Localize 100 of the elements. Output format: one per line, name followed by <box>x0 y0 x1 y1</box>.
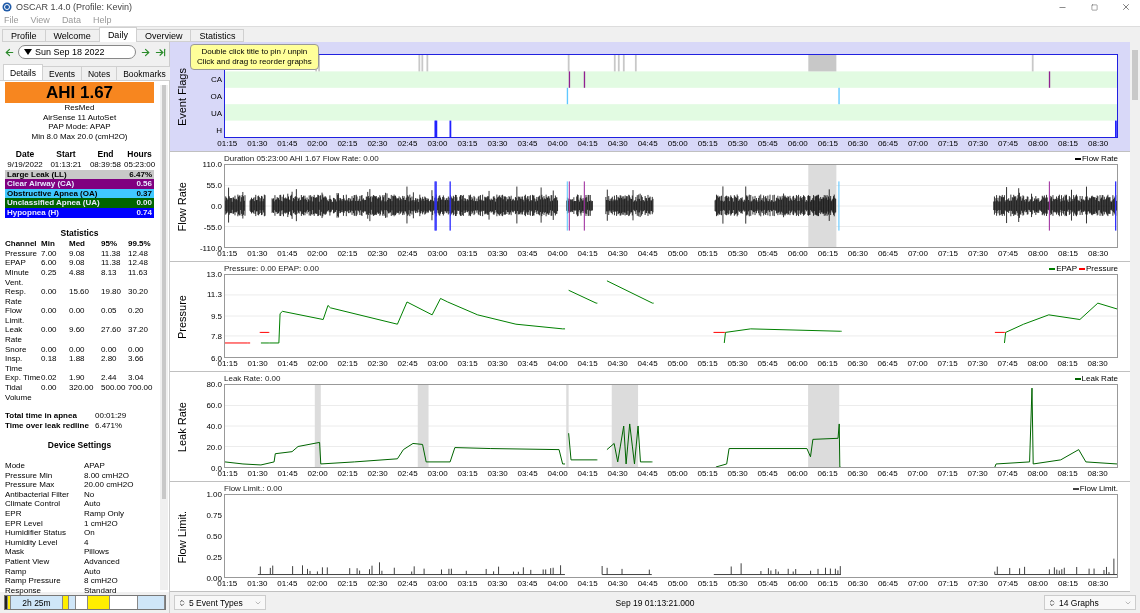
x-tick-label: 08:00 <box>1028 249 1049 258</box>
setting-value: 8 cmH2O <box>84 576 119 586</box>
x-tick-label: 02:00 <box>307 359 328 368</box>
setting-label: Mask <box>5 547 26 557</box>
x-tick-label: 04:45 <box>637 249 658 258</box>
axis-title[interactable]: Event Flags <box>176 67 188 127</box>
x-tick-label: 02:45 <box>397 139 418 148</box>
x-tick-label: 06:00 <box>787 579 808 588</box>
row-label: UA <box>210 108 222 118</box>
setting-label: Pressure Max <box>5 480 56 490</box>
x-tick-label: 06:00 <box>787 249 808 258</box>
table-cell-text: 7.00 <box>41 248 58 259</box>
y-tick-label: 1.00 <box>206 489 222 499</box>
x-tick-label: 02:15 <box>337 469 358 478</box>
event-types-dropdown[interactable]: 5 Event Types <box>174 595 266 610</box>
x-tick-label: 08:15 <box>1057 359 1078 368</box>
tab[interactable]: Daily <box>98 27 137 42</box>
setting-value: No <box>84 489 96 500</box>
x-tick-label: 02:45 <box>397 249 418 258</box>
x-tick-label: 02:30 <box>367 139 388 148</box>
tab[interactable]: Events <box>42 66 82 80</box>
tooltip-text: Double click title to pin / unpin <box>201 47 308 57</box>
close-icon <box>1121 2 1131 12</box>
x-tick-label: 07:45 <box>997 469 1018 478</box>
table-cell-text: 9.08 <box>69 258 86 268</box>
x-tick-label: 03:15 <box>457 139 478 148</box>
y-tick-label: 40.0 <box>206 421 222 431</box>
x-tick-label: 01:30 <box>247 249 268 258</box>
tab[interactable]: Bookmarks <box>116 66 173 80</box>
x-tick-label: 04:00 <box>547 579 568 588</box>
x-tick-label: 07:30 <box>967 249 988 258</box>
event-value: 0.56 <box>136 179 152 189</box>
x-tick-label: 04:15 <box>577 249 598 258</box>
axis-title[interactable]: Flow Limit. <box>176 510 188 564</box>
tab[interactable]: Statistics <box>190 29 245 42</box>
table-cell-text: 30.20 <box>128 287 150 299</box>
tab[interactable]: Welcome <box>44 29 100 42</box>
table-cell-text: Flow Limit. <box>5 306 26 326</box>
y-tick-label: 0.50 <box>206 531 222 541</box>
forward-arrow-button[interactable] <box>139 46 151 58</box>
y-tick-label: 55.0 <box>206 180 222 190</box>
x-tick-label: 07:30 <box>967 139 988 148</box>
x-tick-label: 03:45 <box>517 579 538 588</box>
x-tick-label: 05:45 <box>757 139 778 148</box>
jump-to-end-button[interactable] <box>154 46 166 58</box>
x-tick-label: 02:00 <box>307 579 328 588</box>
tab[interactable]: Details <box>3 64 43 80</box>
scrollbar[interactable] <box>160 85 168 590</box>
x-tick-label: 01:45 <box>277 359 298 368</box>
x-tick-label: 07:00 <box>907 469 928 478</box>
setting-value: 8.00 cmH2O <box>84 470 130 481</box>
tab[interactable]: Overview <box>135 29 192 42</box>
table-cell-text: 08:39:58 <box>88 159 123 170</box>
x-tick-label: 07:15 <box>937 469 958 478</box>
table-cell-text: 9.08 <box>69 248 86 259</box>
table-cell-text: 8.13 <box>101 267 118 279</box>
x-tick-label: 06:30 <box>847 359 868 368</box>
table-cell-text: EPAP <box>5 258 27 268</box>
x-tick-label: 08:00 <box>1028 139 1049 148</box>
x-tick-label: 07:00 <box>907 139 928 148</box>
tab[interactable]: Profile <box>2 29 46 42</box>
window-title: OSCAR 1.4.0 (Profile: Kevin) <box>16 2 134 12</box>
x-tick-label: 03:15 <box>457 579 478 588</box>
x-tick-label: 07:45 <box>998 139 1018 148</box>
x-tick-label: 02:15 <box>337 139 358 148</box>
x-tick-label: 03:15 <box>457 359 478 368</box>
x-tick-label: 08:00 <box>1028 579 1049 588</box>
x-tick-label: 03:45 <box>517 249 538 258</box>
x-tick-label: 03:15 <box>457 249 478 258</box>
x-tick-label: 03:45 <box>517 139 538 148</box>
setting-value: APAP <box>84 461 106 471</box>
table-cell-text: Tidal Volume <box>5 383 33 403</box>
event-name: Clear Airway (CA) <box>7 179 75 189</box>
x-tick-label: 05:30 <box>727 469 748 478</box>
x-tick-label: 08:30 <box>1088 579 1109 588</box>
table-cell-text: 0.02 <box>41 373 58 384</box>
session-timeline[interactable]: 2h 25m <box>4 595 166 610</box>
x-tick-label: 03:00 <box>427 139 448 148</box>
graphs-dropdown[interactable]: 14 Graphs <box>1044 595 1136 610</box>
x-tick-label: 07:00 <box>907 359 928 368</box>
setting-value: 4 <box>84 537 90 548</box>
x-tick-label: 02:15 <box>337 579 358 588</box>
event-name: Unclassified Apnea (UA) <box>7 198 100 208</box>
axis-title[interactable]: Flow Rate <box>176 182 188 232</box>
table-cell-text: Snore <box>5 344 28 355</box>
x-tick-label: 04:15 <box>577 359 598 368</box>
axis-title[interactable]: Leak Rate <box>176 401 188 453</box>
x-tick-label: 08:30 <box>1087 359 1108 368</box>
date-picker[interactable]: Sun Sep 18 2022 <box>18 45 136 59</box>
axis-title[interactable]: Pressure <box>176 295 188 339</box>
back-arrow-button[interactable] <box>3 46 15 58</box>
setting-label: EPR <box>5 508 23 519</box>
table-cell: Exp. Time <box>5 373 41 384</box>
event-value: 0.00 <box>136 198 152 208</box>
column-header: Med <box>69 239 86 249</box>
table-cell-text: 0.25 <box>41 267 58 279</box>
y-tick-label: 0.75 <box>206 510 222 520</box>
x-tick-label: 03:30 <box>487 359 508 368</box>
x-tick-label: 07:00 <box>907 249 928 258</box>
x-tick-label: 01:45 <box>277 469 298 478</box>
